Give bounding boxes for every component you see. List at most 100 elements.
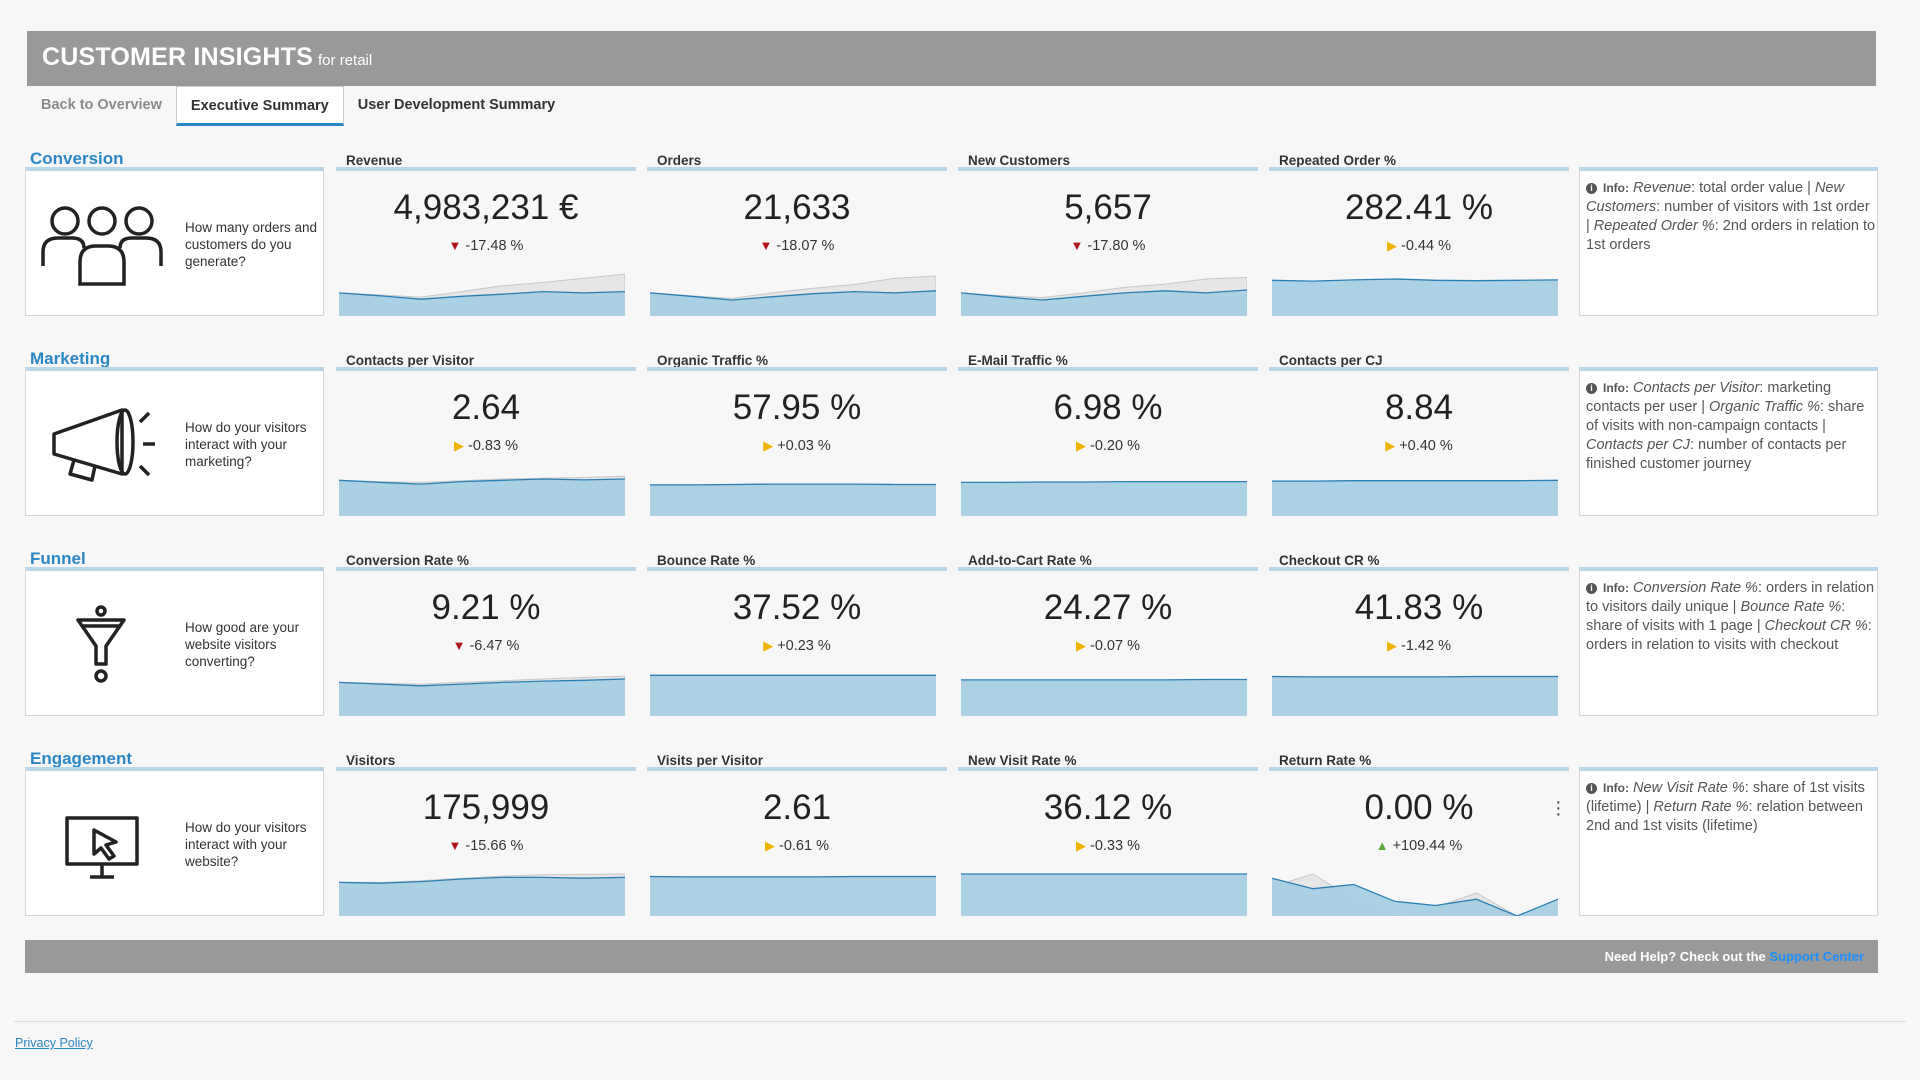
section-question: How good are your website visitors conve… xyxy=(185,620,300,669)
kpi-delta: ▼ -18.07 % xyxy=(647,238,947,254)
kpi-value: 6.98 % xyxy=(1053,388,1163,427)
trend-down-icon: ▼ xyxy=(1070,238,1084,253)
kpi-delta-value: +0.23 % xyxy=(777,638,831,654)
support-center-link[interactable]: Support Center xyxy=(1769,949,1864,964)
help-text: Need Help? Check out the xyxy=(1604,949,1766,964)
info-label: Info: xyxy=(1603,181,1629,195)
kpi-title-return-rate: Return Rate % xyxy=(1279,753,1372,768)
kpi-delta: ▶ -0.83 % xyxy=(336,438,636,454)
trend-flat-icon: ▶ xyxy=(1076,638,1086,653)
info-icon: i xyxy=(1586,783,1597,794)
info-panel-engagement: i Info: New Visit Rate %: share of 1st vi… xyxy=(1579,767,1878,916)
kpi-card-return-rate[interactable]: 0.00 % ▲ +109.44 % · · · xyxy=(1269,767,1569,916)
kpi-card-e-mail-traffic[interactable]: 6.98 % ▶ -0.20 % xyxy=(958,367,1258,516)
kpi-delta: ▶ +0.40 % xyxy=(1269,438,1569,454)
kpi-title-bounce-rate: Bounce Rate % xyxy=(657,553,756,568)
kpi-title-checkout-cr: Checkout CR % xyxy=(1279,553,1380,568)
sparkline-chart xyxy=(336,870,636,916)
privacy-policy-link[interactable]: Privacy Policy xyxy=(15,1036,93,1050)
kpi-delta-value: +0.40 % xyxy=(1399,438,1453,454)
kpi-delta: ▶ -0.20 % xyxy=(958,438,1258,454)
kpi-value: 24.27 % xyxy=(1043,588,1173,627)
tab-user-development-summary[interactable]: User Development Summary xyxy=(344,86,569,126)
kpi-delta-value: -6.47 % xyxy=(469,638,520,654)
info-term: Contacts per CJ xyxy=(1586,437,1690,453)
info-term: Contacts per Visitor xyxy=(1633,380,1760,396)
kpi-value: 2.61 xyxy=(762,788,832,827)
kpi-card-conversion-rate[interactable]: 9.21 % ▼ -6.47 % xyxy=(336,567,636,716)
kpi-value: 8.84 xyxy=(1384,388,1454,427)
info-text: i Info: Conversion Rate %: orders in rela… xyxy=(1586,579,1876,655)
kpi-title-add-to-cart-rate: Add-to-Cart Rate % xyxy=(968,553,1092,568)
kpi-delta-value: -15.66 % xyxy=(465,838,524,854)
info-text: i Info: Revenue: total order value | New … xyxy=(1586,179,1876,255)
sparkline-chart xyxy=(336,270,636,316)
kpi-title-organic-traffic: Organic Traffic % xyxy=(657,353,769,368)
info-label: Info: xyxy=(1603,581,1629,595)
kpi-title-new-customers: New Customers xyxy=(968,153,1071,168)
footer-divider xyxy=(14,1021,1906,1022)
kpi-delta-value: -17.48 % xyxy=(465,238,524,254)
app-title: CUSTOMER INSIGHTS xyxy=(42,43,314,71)
info-text: i Info: Contacts per Visitor: marketing c… xyxy=(1586,379,1876,474)
sparkline-chart xyxy=(1269,670,1569,716)
more-options-icon[interactable]: · · · xyxy=(1555,792,1562,824)
info-term: New Visit Rate % xyxy=(1633,780,1745,796)
section-label-conversion: Conversion xyxy=(30,149,124,168)
kpi-card-visitors[interactable]: 175,999 ▼ -15.66 % xyxy=(336,767,636,916)
section-question: How many orders and customers do you gen… xyxy=(185,220,318,269)
info-icon: i xyxy=(1586,583,1597,594)
info-description: : total order value | xyxy=(1691,180,1815,196)
kpi-value: 41.83 % xyxy=(1354,588,1484,627)
kpi-card-orders[interactable]: 21,633 ▼ -18.07 % xyxy=(647,167,947,316)
kpi-card-new-visit-rate[interactable]: 36.12 % ▶ -0.33 % xyxy=(958,767,1258,916)
kpi-value: 9.21 % xyxy=(431,588,541,627)
kpi-card-organic-traffic[interactable]: 57.95 % ▶ +0.03 % xyxy=(647,367,947,516)
kpi-title-visits-per-visitor: Visits per Visitor xyxy=(657,753,764,768)
info-term: Revenue xyxy=(1633,180,1692,196)
kpi-delta: ▼ -17.80 % xyxy=(958,238,1258,254)
sparkline-chart xyxy=(958,270,1258,316)
trend-flat-icon: ▶ xyxy=(1076,438,1086,453)
kpi-title-contacts-per-visitor: Contacts per Visitor xyxy=(346,353,475,368)
kpi-card-contacts-per-visitor[interactable]: 2.64 ▶ -0.83 % xyxy=(336,367,636,516)
kpi-card-visits-per-visitor[interactable]: 2.61 ▶ -0.61 % xyxy=(647,767,947,916)
kpi-delta: ▶ +0.23 % xyxy=(647,638,947,654)
section-label-engagement: Engagement xyxy=(30,749,133,768)
trend-flat-icon: ▶ xyxy=(763,438,774,453)
kpi-card-add-to-cart-rate[interactable]: 24.27 % ▶ -0.07 % xyxy=(958,567,1258,716)
info-term: Repeated Order % xyxy=(1593,218,1715,234)
tab-executive-summary[interactable]: Executive Summary xyxy=(175,86,344,126)
info-term: Conversion Rate % xyxy=(1633,580,1758,596)
kpi-card-revenue[interactable]: 4,983,231 € ▼ -17.48 % xyxy=(336,167,636,316)
kpi-delta-value: -0.07 % xyxy=(1090,638,1140,654)
kpi-card-repeated-order[interactable]: 282.41 % ▶ -0.44 % xyxy=(1269,167,1569,316)
kpi-title-conversion-rate: Conversion Rate % xyxy=(346,553,470,568)
kpi-value: 4,983,231 € xyxy=(393,188,579,227)
kpi-title-visitors: Visitors xyxy=(346,753,396,768)
kpi-delta: ▶ -0.44 % xyxy=(1269,238,1569,254)
kpi-card-checkout-cr[interactable]: 41.83 % ▶ -1.42 % xyxy=(1269,567,1569,716)
kpi-delta-value: -0.44 % xyxy=(1401,238,1451,254)
info-label: Info: xyxy=(1603,381,1629,395)
section-intro-conversion: How many orders and customers do you gen… xyxy=(25,167,324,316)
info-text: i Info: New Visit Rate %: share of 1st vi… xyxy=(1586,779,1876,836)
tab-bar: Back to Overview Executive Summary User … xyxy=(27,86,569,126)
sparkline-chart xyxy=(1269,470,1569,516)
kpi-card-contacts-per-cj[interactable]: 8.84 ▶ +0.40 % xyxy=(1269,367,1569,516)
kpi-value: 0.00 % xyxy=(1364,788,1474,827)
kpi-delta: ▶ -0.07 % xyxy=(958,638,1258,654)
section-label-funnel: Funnel xyxy=(30,549,86,568)
info-term: Checkout CR % xyxy=(1764,618,1868,634)
sparkline-chart xyxy=(336,670,636,716)
kpi-value: 2.64 xyxy=(451,388,521,427)
kpi-delta-value: +0.03 % xyxy=(777,438,831,454)
kpi-card-bounce-rate[interactable]: 37.52 % ▶ +0.23 % xyxy=(647,567,947,716)
sparkline-chart xyxy=(958,670,1258,716)
sparkline-chart xyxy=(647,270,947,316)
section-intro-marketing: How do your visitors interact with your … xyxy=(25,367,324,516)
kpi-card-new-customers[interactable]: 5,657 ▼ -17.80 % xyxy=(958,167,1258,316)
tab-back-to-overview[interactable]: Back to Overview xyxy=(27,86,176,126)
sparkline-chart xyxy=(1269,270,1569,316)
section-intro-engagement: How do your visitors interact with your … xyxy=(25,767,324,916)
